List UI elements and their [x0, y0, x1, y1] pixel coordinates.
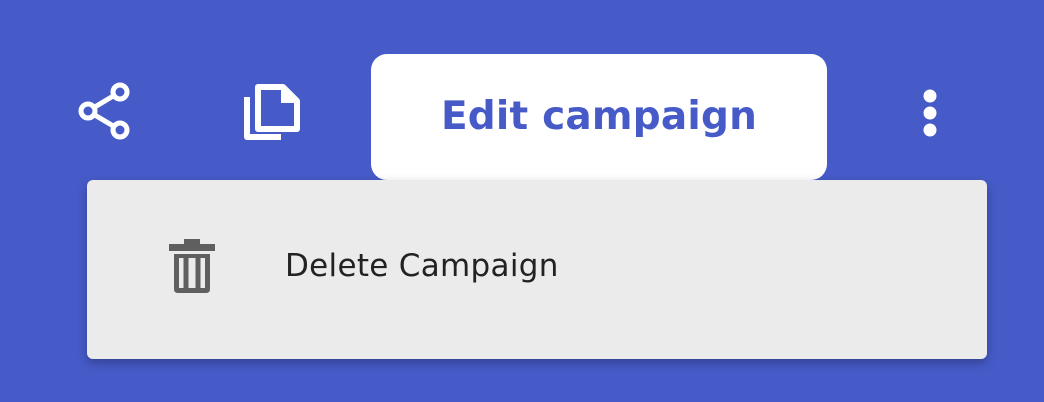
delete-campaign-label: Delete Campaign — [285, 248, 559, 284]
campaign-options-menu: Delete Campaign — [87, 180, 987, 359]
more-vertical-icon — [923, 89, 937, 137]
share-icon — [78, 82, 130, 140]
edit-campaign-label: Edit campaign — [440, 93, 758, 139]
delete-campaign-menu-item[interactable]: Delete Campaign — [87, 180, 987, 359]
share-button[interactable] — [70, 76, 140, 146]
edit-campaign-button[interactable]: Edit campaign — [371, 54, 827, 180]
copy-button[interactable] — [232, 76, 308, 152]
copy-icon — [244, 84, 300, 140]
trash-icon — [167, 238, 217, 294]
more-options-button[interactable] — [906, 80, 954, 144]
